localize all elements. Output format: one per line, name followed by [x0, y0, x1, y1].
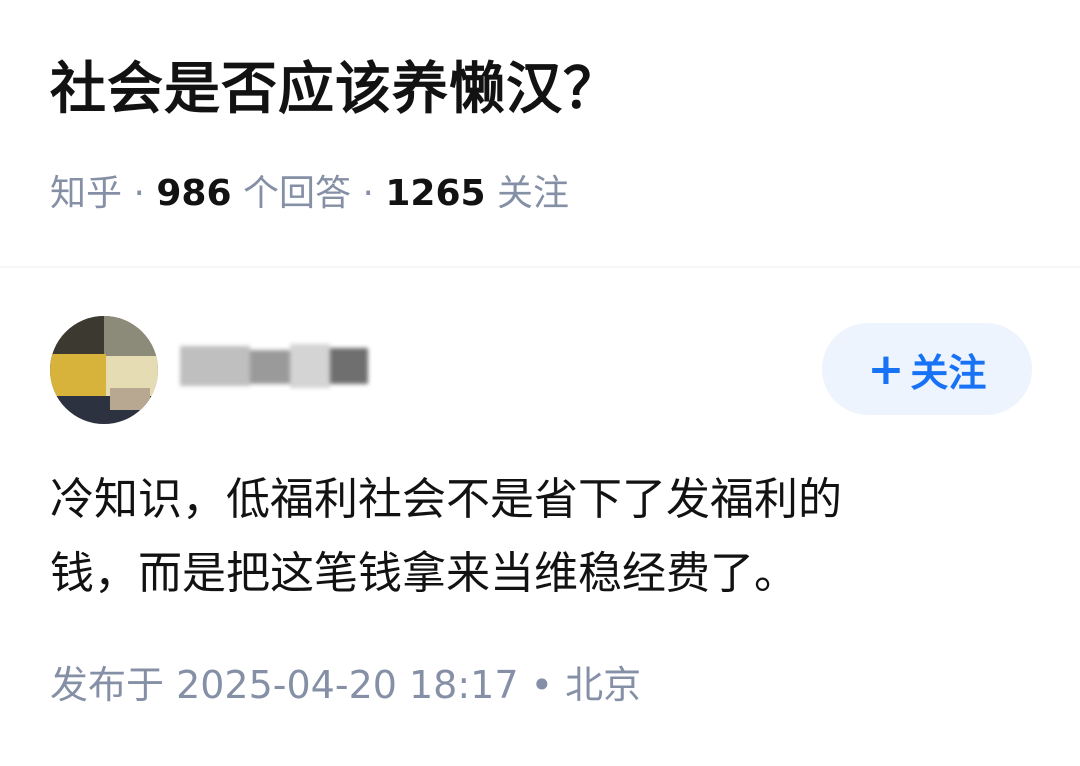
meta-separator: · [362, 173, 374, 214]
follow-button[interactable]: + 关注 [822, 323, 1032, 415]
answer-content[interactable]: 冷知识，低福利社会不是省下了发福利的 钱，而是把这笔钱拿来当维稳经费了。 [50, 463, 1010, 611]
source-label[interactable]: 知乎 [50, 173, 122, 214]
follow-button-label: 关注 [910, 350, 987, 395]
question-title[interactable]: 社会是否应该养懒汉？ [50, 52, 620, 128]
answer-card: + 关注 冷知识，低福利社会不是省下了发福利的 钱，而是把这笔钱拿来当维稳经费了… [0, 268, 1080, 766]
author-name-blurred[interactable] [180, 340, 370, 396]
follower-count-unit: 关注 [497, 173, 570, 214]
avatar[interactable] [50, 316, 158, 424]
answer-meta: 发布于 2025-04-20 18:17 • 北京 [50, 660, 641, 710]
question-meta: 知乎 · 986 个回答 · 1265 关注 [50, 170, 569, 218]
follower-count: 1265 [385, 173, 486, 214]
published-time: 发布于 2025-04-20 18:17 [50, 663, 519, 707]
answer-content-line: 冷知识，低福利社会不是省下了发福利的 [50, 474, 842, 525]
meta-separator: · [133, 173, 145, 214]
location: 北京 [565, 663, 642, 707]
answer-count-unit: 个回答 [242, 173, 351, 214]
answer-content-line: 钱，而是把这笔钱拿来当维稳经费了。 [50, 548, 798, 599]
location-separator: • [530, 663, 554, 707]
question-card: 社会是否应该养懒汉？ 知乎 · 986 个回答 · 1265 关注 [0, 0, 1080, 266]
plus-icon: + [867, 343, 905, 395]
answer-count: 986 [156, 173, 232, 214]
